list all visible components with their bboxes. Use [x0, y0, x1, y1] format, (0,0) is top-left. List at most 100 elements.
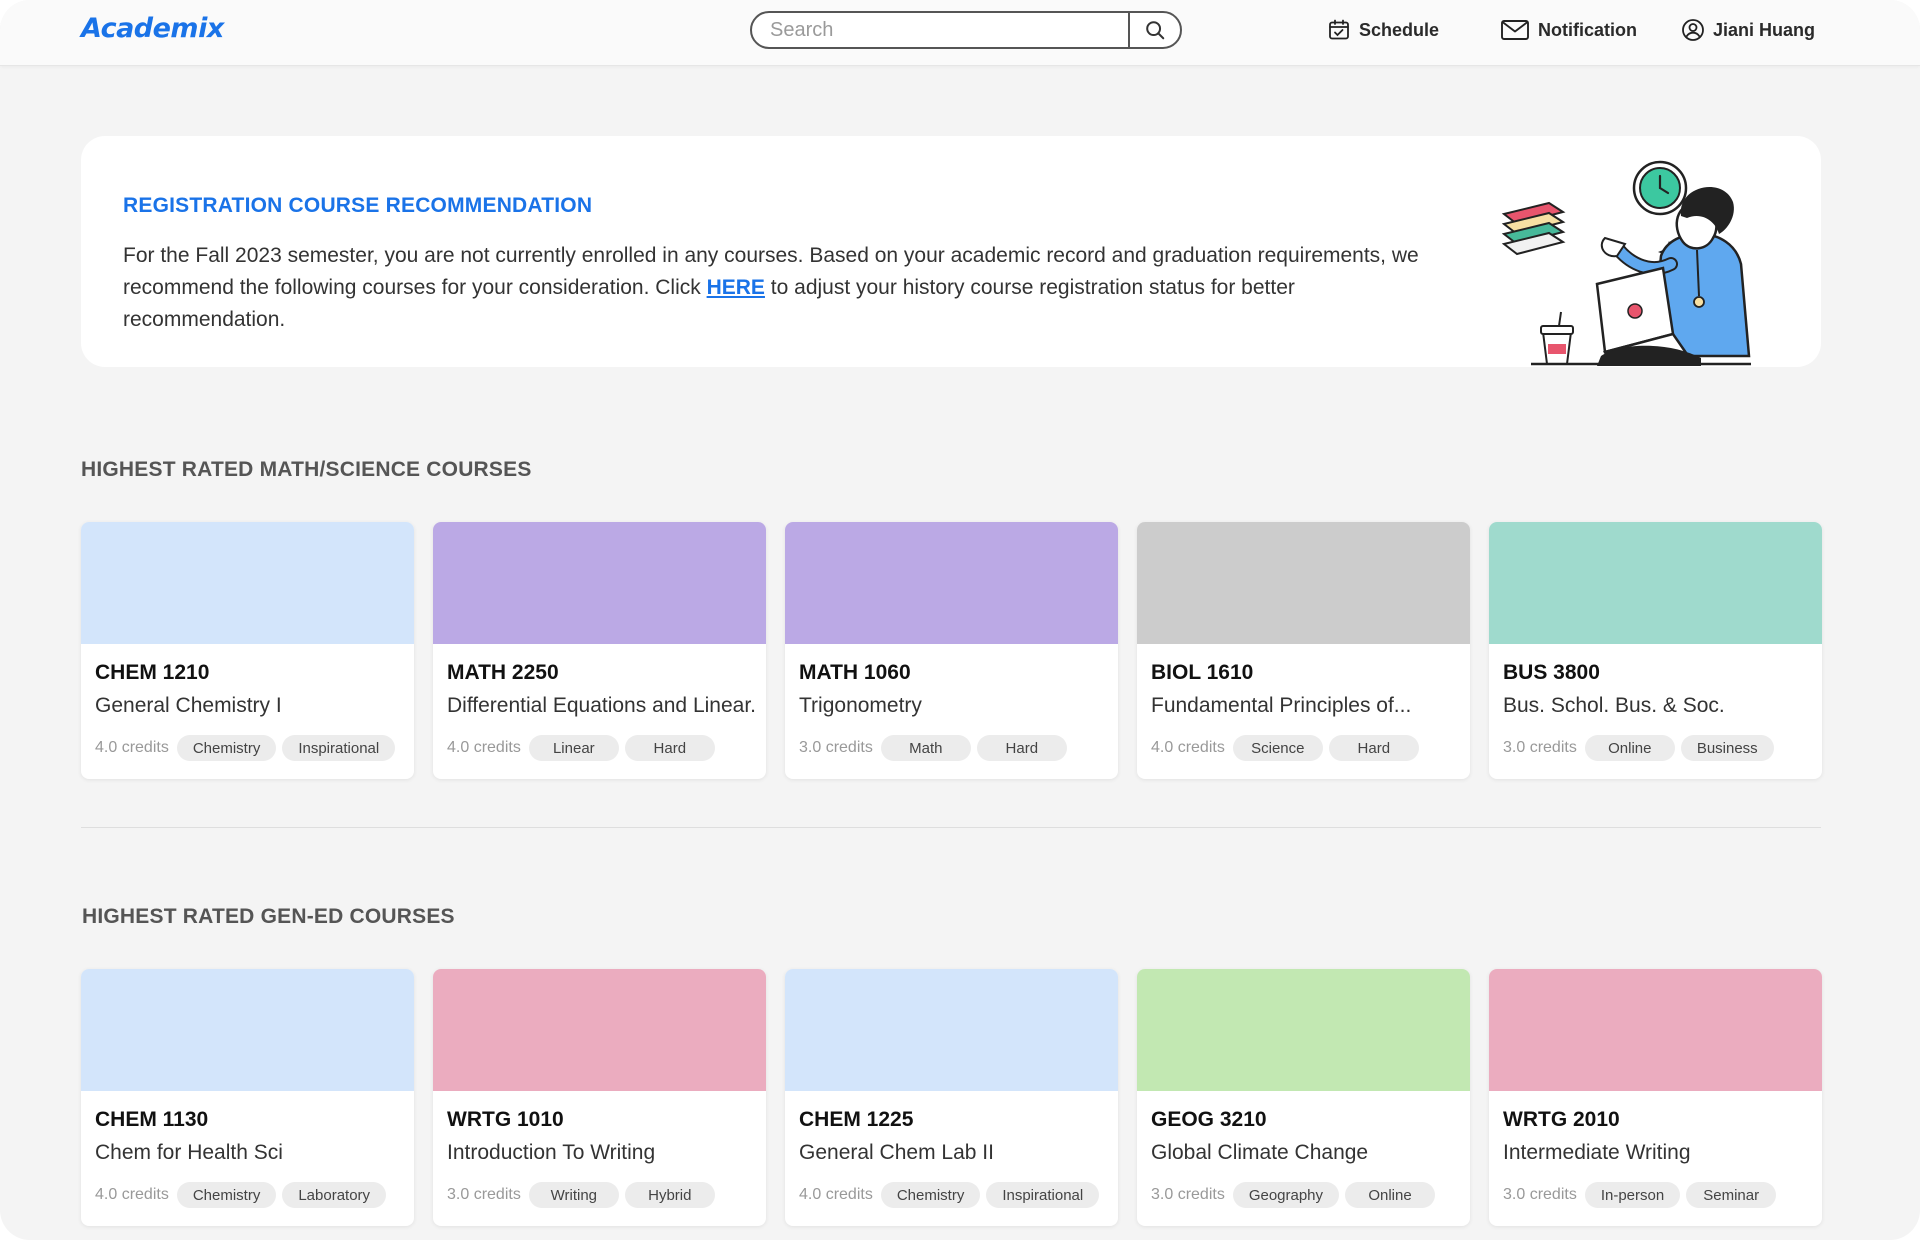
course-tag[interactable]: Science — [1232, 735, 1323, 761]
course-tag[interactable]: Math — [880, 735, 971, 761]
course-meta: 4.0 credits Chemistry Inspirational — [95, 735, 396, 761]
course-name: General Chemistry I — [95, 694, 282, 717]
course-name: Introduction To Writing — [447, 1141, 656, 1164]
nav-user-profile[interactable]: Jiani Huang — [1681, 14, 1815, 46]
course-card[interactable]: WRTG 1010 Introduction To Writing 3.0 cred… — [433, 969, 766, 1226]
course-tag[interactable]: Hard — [1328, 735, 1419, 761]
course-card-thumbnail — [785, 522, 1118, 644]
course-credits: 3.0 credits — [799, 739, 873, 756]
course-name: Differential Equations and Linear.. — [447, 694, 757, 717]
student-laptop-illustration — [1501, 160, 1751, 366]
nav-notification-label: Notification — [1538, 19, 1637, 40]
course-name: Fundamental Principles of... — [1151, 694, 1412, 717]
course-code: CHEM 1210 — [95, 661, 210, 684]
course-meta: 4.0 credits Chemistry Inspirational — [799, 1182, 1100, 1208]
course-credits: 3.0 credits — [447, 1186, 521, 1203]
course-meta: 3.0 credits Online Business — [1503, 735, 1774, 761]
course-tag[interactable]: Chemistry — [880, 1182, 981, 1208]
course-card-thumbnail — [1489, 522, 1822, 644]
course-meta: 4.0 credits Chemistry Laboratory — [95, 1182, 387, 1208]
course-card[interactable]: MATH 2250 Differential Equations and Line… — [433, 522, 766, 779]
mail-icon — [1501, 20, 1529, 40]
top-nav-bar: Academix Schedule Notification — [0, 0, 1920, 66]
course-tag[interactable]: Business — [1680, 735, 1774, 761]
course-meta: 4.0 credits Linear Hard — [447, 735, 715, 761]
course-card-thumbnail — [1137, 969, 1470, 1091]
course-meta: 3.0 credits Geography Online — [1151, 1182, 1436, 1208]
course-meta: 3.0 credits Math Hard — [799, 735, 1067, 761]
course-meta: 3.0 credits Writing Hybrid — [447, 1182, 715, 1208]
course-card[interactable]: CHEM 1130 Chem for Health Sci 4.0 credits C… — [81, 969, 414, 1226]
course-card-thumbnail — [433, 522, 766, 644]
course-code: WRTG 2010 — [1503, 1108, 1620, 1131]
course-code: CHEM 1225 — [799, 1108, 914, 1131]
course-code: CHEM 1130 — [95, 1108, 209, 1131]
course-card-thumbnail — [1137, 522, 1470, 644]
course-code: MATH 2250 — [447, 661, 559, 684]
course-credits: 4.0 credits — [447, 739, 521, 756]
course-name: Chem for Health Sci — [95, 1141, 283, 1164]
course-credits: 3.0 credits — [1503, 1186, 1577, 1203]
course-card[interactable]: WRTG 2010 Intermediate Writing 3.0 credits… — [1489, 969, 1822, 1226]
section-title-gen-ed: HIGHEST RATED GEN-ED COURSES — [82, 905, 455, 928]
course-tag[interactable]: Writing — [528, 1182, 619, 1208]
section-divider — [81, 827, 1821, 828]
adjust-history-link[interactable]: HERE — [707, 276, 765, 299]
course-code: GEOG 3210 — [1151, 1108, 1267, 1131]
course-card[interactable]: CHEM 1210 General Chemistry I 4.0 credits C… — [81, 522, 414, 779]
course-card[interactable]: GEOG 3210 Global Climate Change 3.0 credit… — [1137, 969, 1470, 1226]
nav-notification[interactable]: Notification — [1500, 14, 1637, 46]
nav-schedule[interactable]: Schedule — [1327, 14, 1439, 46]
course-code: BUS 3800 — [1503, 661, 1600, 684]
course-card-thumbnail — [81, 522, 414, 644]
course-tag[interactable]: Geography — [1232, 1182, 1340, 1208]
course-tag[interactable]: Linear — [528, 735, 619, 761]
course-card[interactable]: BUS 3800 Bus. Schol. Bus. & Soc. 3.0 credi… — [1489, 522, 1822, 779]
course-name: Trigonometry — [799, 694, 922, 717]
nav-schedule-label: Schedule — [1359, 19, 1440, 40]
calendar-icon — [1329, 19, 1349, 40]
gen-ed-course-list: CHEM 1130 Chem for Health Sci 4.0 credits C… — [81, 969, 1822, 1226]
nav-user-name: Jiani Huang — [1713, 19, 1816, 40]
course-tag[interactable]: Laboratory — [282, 1182, 387, 1208]
course-credits: 4.0 credits — [1151, 739, 1225, 756]
app-window: Academix Schedule Notification — [0, 0, 1920, 1240]
logo[interactable]: Academix — [81, 13, 224, 44]
course-tag[interactable]: Chemistry — [176, 735, 277, 761]
course-tag[interactable]: In-person — [1584, 1182, 1681, 1208]
course-tag[interactable]: Hard — [624, 735, 715, 761]
course-card-thumbnail — [433, 969, 766, 1091]
math-science-course-list: CHEM 1210 General Chemistry I 4.0 credits C… — [81, 522, 1822, 779]
course-card[interactable]: BIOL 1610 Fundamental Principles of... 4.0… — [1137, 522, 1470, 779]
course-credits: 4.0 credits — [95, 1186, 169, 1203]
course-credits: 3.0 credits — [1151, 1186, 1225, 1203]
user-avatar-icon — [1682, 19, 1704, 41]
course-card-thumbnail — [81, 969, 414, 1091]
course-tag[interactable]: Hybrid — [624, 1182, 715, 1208]
search-icon — [1146, 21, 1165, 40]
recommendation-banner: REGISTRATION COURSE RECOMMENDATION For t… — [81, 136, 1821, 367]
course-code: WRTG 1010 — [447, 1108, 564, 1131]
course-meta: 3.0 credits In-person Seminar — [1503, 1182, 1777, 1208]
course-credits: 4.0 credits — [799, 1186, 873, 1203]
banner-title: REGISTRATION COURSE RECOMMENDATION — [123, 194, 593, 217]
course-credits: 3.0 credits — [1503, 739, 1577, 756]
course-card[interactable]: CHEM 1225 General Chem Lab II 4.0 credits C… — [785, 969, 1118, 1226]
course-credits: 4.0 credits — [95, 739, 169, 756]
course-tag[interactable]: Inspirational — [986, 1182, 1100, 1208]
course-tag[interactable]: Hard — [976, 735, 1067, 761]
course-tag[interactable]: Online — [1584, 735, 1675, 761]
course-code: BIOL 1610 — [1151, 661, 1254, 684]
course-tag[interactable]: Online — [1345, 1182, 1436, 1208]
course-tag[interactable]: Inspirational — [282, 735, 396, 761]
course-card-thumbnail — [1489, 969, 1822, 1091]
course-card[interactable]: MATH 1060 Trigonometry 3.0 credits Math Hard — [785, 522, 1118, 779]
search-button[interactable] — [1128, 13, 1180, 47]
course-name: Bus. Schol. Bus. & Soc. — [1503, 694, 1725, 717]
course-tag[interactable]: Chemistry — [176, 1182, 277, 1208]
section-title-math-science: HIGHEST RATED MATH/SCIENCE COURSES — [81, 458, 532, 481]
course-meta: 4.0 credits Science Hard — [1151, 735, 1419, 761]
search-input[interactable] — [752, 13, 1128, 47]
course-name: Global Climate Change — [1151, 1141, 1369, 1164]
course-tag[interactable]: Seminar — [1686, 1182, 1777, 1208]
